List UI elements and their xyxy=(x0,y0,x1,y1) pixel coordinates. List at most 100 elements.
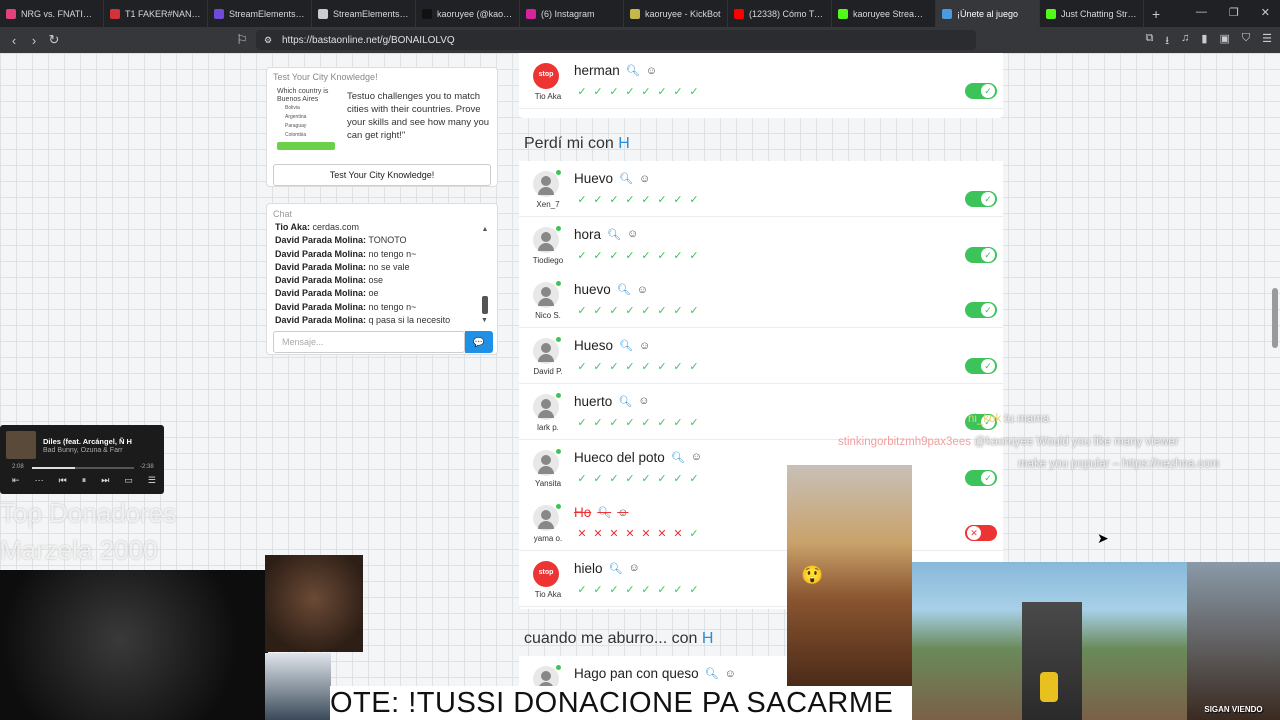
more-icon[interactable]: ⋯ xyxy=(35,475,44,486)
search-icon[interactable]: 🔍︎ xyxy=(607,228,621,241)
validity-toggle[interactable] xyxy=(965,525,997,542)
chat-text: cerdas.com xyxy=(310,222,360,232)
scroll-up-icon[interactable]: ▲ xyxy=(481,226,489,233)
search-icon[interactable]: 🔍︎ xyxy=(705,667,719,680)
search-icon[interactable]: 🔍︎ xyxy=(626,64,640,77)
react-icon[interactable]: ☺ xyxy=(627,228,638,240)
chat-text: TONOTO xyxy=(366,235,407,246)
search-icon[interactable]: 🔍︎ xyxy=(597,506,611,519)
chat-text: no tengo n~ xyxy=(366,301,417,312)
tab-label: kaoruyee - KickBot xyxy=(645,8,721,19)
site-info-icon[interactable]: ⚙ xyxy=(264,35,272,46)
browser-tab[interactable]: kaoruyee Stream - K xyxy=(832,0,936,27)
react-icon[interactable]: ☺ xyxy=(639,173,650,185)
react-icon[interactable]: ☺ xyxy=(637,284,648,296)
browser-tab[interactable]: kaoruyee (@kaoruy xyxy=(416,0,520,27)
search-icon[interactable]: 🔍︎ xyxy=(609,562,623,575)
browser-tab[interactable]: (12338) Cómo Tran xyxy=(728,0,832,27)
page-scrollbar[interactable] xyxy=(1272,113,1278,348)
media-icon[interactable]: ♫ xyxy=(1181,32,1189,51)
answer-word: herman 🔍︎ ☺ xyxy=(574,63,657,78)
answer-row: Nico S. huevo 🔍︎ ☺ ✓ ✓ ✓ ✓ ✓ ✓ ✓ ✓ xyxy=(519,272,1003,329)
answer-word: Ho 🔍︎ ☺ xyxy=(574,505,628,520)
tab-label: Just Chatting Strea xyxy=(1061,8,1137,19)
react-icon[interactable]: ☺ xyxy=(638,395,649,407)
search-icon[interactable]: 🔍︎ xyxy=(618,395,632,408)
url-text: https://bastaonline.net/g/BONAILOLVQ xyxy=(282,34,455,46)
queue-icon[interactable]: ☰ xyxy=(148,475,156,486)
chat-scrollbar[interactable]: ▲ ▼ xyxy=(481,226,489,324)
browser-tab[interactable]: Just Chatting Strea xyxy=(1040,0,1144,27)
forward-icon[interactable]: › xyxy=(24,33,44,48)
player-avatar-icon xyxy=(533,170,561,197)
shield-icon[interactable]: ⛉ xyxy=(1242,32,1250,51)
valid-check-icon: ✓ xyxy=(657,305,667,318)
valid-check-icon: ✓ xyxy=(577,472,587,485)
browser-tab[interactable]: (6) Instagram xyxy=(520,0,624,27)
browser-tab[interactable]: T1 FAKER#NAN's Ca xyxy=(104,0,208,27)
valid-check-icon: ✓ xyxy=(593,194,603,206)
music-player-widget: Diles (feat. Arcángel, Ñ H Bad Bunny, Oz… xyxy=(0,425,164,494)
scroll-down-icon[interactable]: ▼ xyxy=(481,317,488,324)
browser-tab[interactable]: kaoruyee - KickBot xyxy=(624,0,728,27)
react-icon[interactable]: ☺ xyxy=(691,451,702,463)
downloads-icon[interactable]: ⭳ xyxy=(1165,32,1169,51)
next-icon[interactable]: ⏭ xyxy=(101,475,109,486)
send-icon[interactable]: 💬 xyxy=(465,331,493,353)
back-icon[interactable]: ‹ xyxy=(4,33,24,48)
browser-tab[interactable]: ¡Únete al juego xyxy=(936,0,1040,27)
react-icon[interactable]: ☺ xyxy=(639,340,650,352)
restore-icon[interactable]: ❐ xyxy=(1229,6,1239,19)
stream-chat-text: tu mama xyxy=(1004,413,1050,425)
valid-check-icon: ✓ xyxy=(641,416,651,429)
react-icon[interactable]: ☺ xyxy=(617,507,628,519)
valid-check-icon: ✓ xyxy=(593,86,603,98)
validity-toggle[interactable] xyxy=(965,358,997,375)
wallet-icon[interactable]: ▣ xyxy=(1219,32,1229,51)
react-icon[interactable]: ☺ xyxy=(629,562,640,574)
react-icon[interactable]: ☺ xyxy=(646,65,657,77)
browser-tab[interactable]: StreamElements - k xyxy=(312,0,416,27)
close-icon[interactable]: ✕ xyxy=(1261,6,1270,19)
minimize-icon[interactable]: — xyxy=(1196,6,1207,19)
url-field[interactable]: ⚙ https://bastaonline.net/g/BONAILOLVQ xyxy=(256,30,976,50)
validity-toggle[interactable] xyxy=(965,246,997,263)
reload-icon[interactable]: ↻ xyxy=(44,32,64,48)
new-tab-icon[interactable]: + xyxy=(1152,6,1160,22)
chat-message-input[interactable]: Mensaje... xyxy=(273,331,465,353)
chat-message: David Parada Molina: no tengo n~ xyxy=(275,248,483,261)
validity-toggle[interactable] xyxy=(965,83,997,99)
invalid-x-icon: ✕ xyxy=(641,528,651,541)
valid-check-icon: ✓ xyxy=(641,583,651,596)
section-letter: H xyxy=(701,630,714,647)
tab-strip: NRG vs. FNATIC | Va T1 FAKER#NAN's Ca Stre… xyxy=(0,0,1144,27)
sidebar-icon[interactable]: ▮ xyxy=(1201,32,1207,51)
track-progress[interactable] xyxy=(32,467,134,469)
device-icon[interactable]: ⇤ xyxy=(12,475,20,486)
previous-icon[interactable]: ⏮ xyxy=(59,475,67,486)
vote-marks: ✕ ✕ ✕ ✕ ✕ ✕ ✕ ✓ xyxy=(576,527,700,540)
stream-chat-user: ni_kok xyxy=(968,413,1002,425)
tab-favicon-icon xyxy=(734,8,744,19)
valid-check-icon: ✓ xyxy=(657,86,667,98)
validity-toggle[interactable] xyxy=(965,469,997,486)
validity-toggle[interactable] xyxy=(965,302,997,319)
pause-icon[interactable]: ⏸ xyxy=(82,475,87,486)
search-icon[interactable]: 🔍︎ xyxy=(619,339,633,352)
browser-tab[interactable]: StreamElements - C xyxy=(208,0,312,27)
promo-button[interactable]: Test Your City Knowledge! xyxy=(273,164,491,186)
search-icon[interactable]: 🔍︎ xyxy=(619,172,633,185)
validity-toggle[interactable] xyxy=(965,191,997,207)
chat-message: David Parada Molina: no se vale xyxy=(275,261,483,274)
answer-row: lark p. huerto 🔍︎ ☺ ✓ ✓ ✓ ✓ ✓ ✓ ✓ ✓ xyxy=(519,383,1003,440)
react-icon[interactable]: ☺ xyxy=(725,668,736,680)
extensions-icon[interactable]: ⧉ xyxy=(1145,32,1153,51)
lyrics-icon[interactable]: ▭ xyxy=(124,475,133,486)
bookmark-icon[interactable]: ⚐ xyxy=(232,32,252,48)
search-icon[interactable]: 🔍︎ xyxy=(671,451,685,464)
valid-check-icon: ✓ xyxy=(577,194,587,206)
search-icon[interactable]: 🔍︎ xyxy=(617,283,631,296)
browser-tab[interactable]: NRG vs. FNATIC | Va xyxy=(0,0,104,27)
menu-icon[interactable]: ☰ xyxy=(1262,32,1272,51)
album-art xyxy=(6,431,36,459)
